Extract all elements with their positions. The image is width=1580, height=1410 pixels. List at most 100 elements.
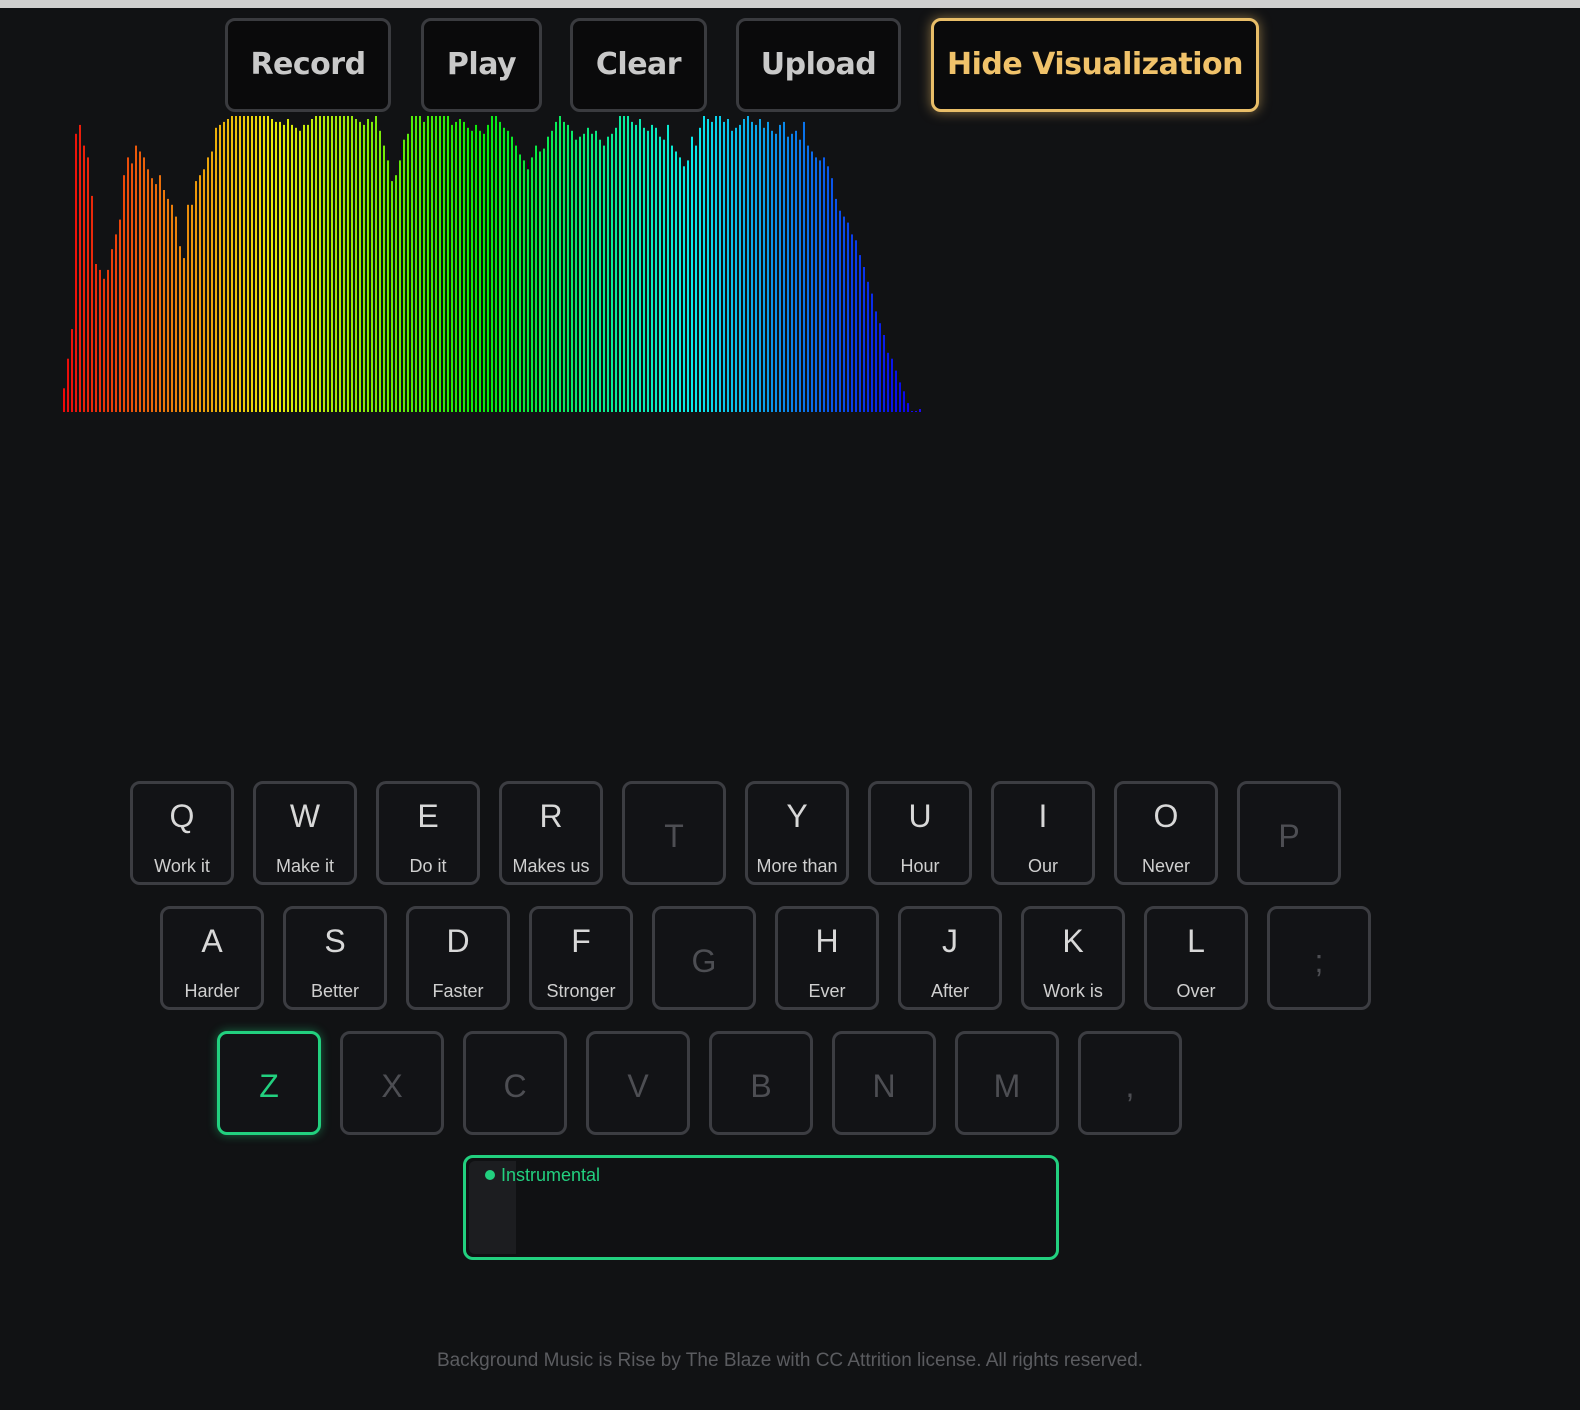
track-indicator-dot: [485, 1170, 495, 1180]
key-word: Over: [1176, 981, 1216, 1001]
visualizer-bar: [187, 204, 189, 412]
key-word: Faster: [432, 981, 484, 1001]
visualizer-bar: [727, 119, 729, 412]
key-word: Make it: [275, 856, 335, 876]
visualizer-bar: [651, 124, 653, 413]
key-m[interactable]: M: [955, 1031, 1059, 1135]
visualizer-bar: [239, 116, 241, 412]
visualizer-bar: [447, 116, 449, 412]
key-letter: T: [664, 818, 684, 854]
visualizer-bar: [855, 240, 857, 412]
key-j[interactable]: J After: [898, 906, 1002, 1010]
visualizer-bar: [767, 121, 769, 413]
visualizer-bar: [611, 133, 613, 413]
visualizer-bar: [287, 119, 289, 412]
visualizer-bar: [851, 234, 853, 412]
key-letter: G: [691, 943, 717, 979]
visualizer-bar: [479, 130, 481, 413]
key-r[interactable]: R Makes us: [499, 781, 603, 885]
key-i[interactable]: I Our: [991, 781, 1095, 885]
visualizer-bar: [107, 269, 109, 412]
key-letter: U: [908, 798, 932, 834]
visualizer-bar: [175, 216, 177, 412]
visualizer-bar: [491, 116, 493, 412]
key-comma[interactable]: ,: [1078, 1031, 1182, 1135]
visualizer-bar: [795, 130, 797, 413]
visualizer-bar: [63, 388, 65, 412]
visualizer-bar: [183, 258, 185, 412]
key-u[interactable]: U Hour: [868, 781, 972, 885]
visualizer-bar: [271, 119, 273, 412]
key-t[interactable]: T: [622, 781, 726, 885]
visualizer-bar: [779, 124, 781, 413]
visualizer-bar: [703, 116, 705, 412]
visualizer-bar: [759, 119, 761, 412]
key-l[interactable]: L Over: [1144, 906, 1248, 1010]
key-v[interactable]: V: [586, 1031, 690, 1135]
key-d[interactable]: D Faster: [406, 906, 510, 1010]
key-n[interactable]: N: [832, 1031, 936, 1135]
key-semicolon[interactable]: ;: [1267, 906, 1371, 1010]
visualizer-bar: [83, 145, 85, 412]
visualizer-bar: [103, 278, 105, 412]
key-a[interactable]: A Harder: [160, 906, 264, 1010]
visualizer-bar: [323, 116, 325, 412]
key-e[interactable]: E Do it: [376, 781, 480, 885]
key-word: Work it: [154, 856, 210, 876]
visualizer-bar: [835, 198, 837, 412]
key-letter: F: [571, 923, 591, 959]
visualizer-bar: [751, 121, 753, 413]
visualizer-bar: [879, 323, 881, 412]
instrumental-track[interactable]: Instrumental: [463, 1155, 1059, 1260]
key-o[interactable]: O Never: [1114, 781, 1218, 885]
visualizer-bar: [659, 136, 661, 412]
visualizer-bar: [291, 124, 293, 413]
key-p[interactable]: P: [1237, 781, 1341, 885]
visualizer-bar: [815, 157, 817, 412]
visualizer-bar: [199, 175, 201, 412]
visualizer-bar: [607, 136, 609, 412]
visualizer-bar: [639, 119, 641, 412]
key-b[interactable]: B: [709, 1031, 813, 1135]
visualizer-bar: [819, 160, 821, 412]
key-letter: I: [1038, 798, 1048, 834]
visualizer-bar: [883, 335, 885, 412]
visualizer-bar: [823, 157, 825, 412]
visualizer-bar: [847, 222, 849, 412]
key-k[interactable]: K Work is: [1021, 906, 1125, 1010]
key-w[interactable]: W Make it: [253, 781, 357, 885]
visualizer-bar: [143, 157, 145, 412]
visualizer-bar: [575, 139, 577, 412]
visualizer-bar: [411, 116, 413, 412]
visualizer-bar: [327, 116, 329, 412]
visualizer-bar: [783, 121, 785, 413]
visualizer-bar: [359, 121, 361, 413]
visualizer-bar: [255, 116, 257, 412]
visualizer-bar: [619, 116, 621, 412]
visualizer-bar: [383, 145, 385, 412]
key-letter: H: [815, 923, 839, 959]
key-word: Work is: [1043, 981, 1103, 1001]
key-h[interactable]: H Ever: [775, 906, 879, 1010]
visualizer-bar: [179, 246, 181, 412]
visualizer-bar: [655, 127, 657, 413]
key-x[interactable]: X: [340, 1031, 444, 1135]
key-f[interactable]: F Stronger: [529, 906, 633, 1010]
key-y[interactable]: Y More than: [745, 781, 849, 885]
visualizer-bar: [375, 116, 377, 412]
visualizer-bar: [899, 382, 901, 412]
key-letter: Y: [786, 798, 808, 834]
key-g[interactable]: G: [652, 906, 756, 1010]
visualizer-bar: [699, 127, 701, 413]
visualizer-bar: [139, 151, 141, 412]
visualizer-bar: [747, 116, 749, 412]
visualizer-bar: [799, 139, 801, 412]
key-c[interactable]: C: [463, 1031, 567, 1135]
key-word: Better: [310, 981, 360, 1001]
key-letter: C: [503, 1068, 527, 1104]
visualizer-bar: [119, 219, 121, 412]
visualizer-bar: [67, 358, 69, 412]
key-z[interactable]: Z: [217, 1031, 321, 1135]
key-s[interactable]: S Better: [283, 906, 387, 1010]
key-q[interactable]: Q Work it: [130, 781, 234, 885]
